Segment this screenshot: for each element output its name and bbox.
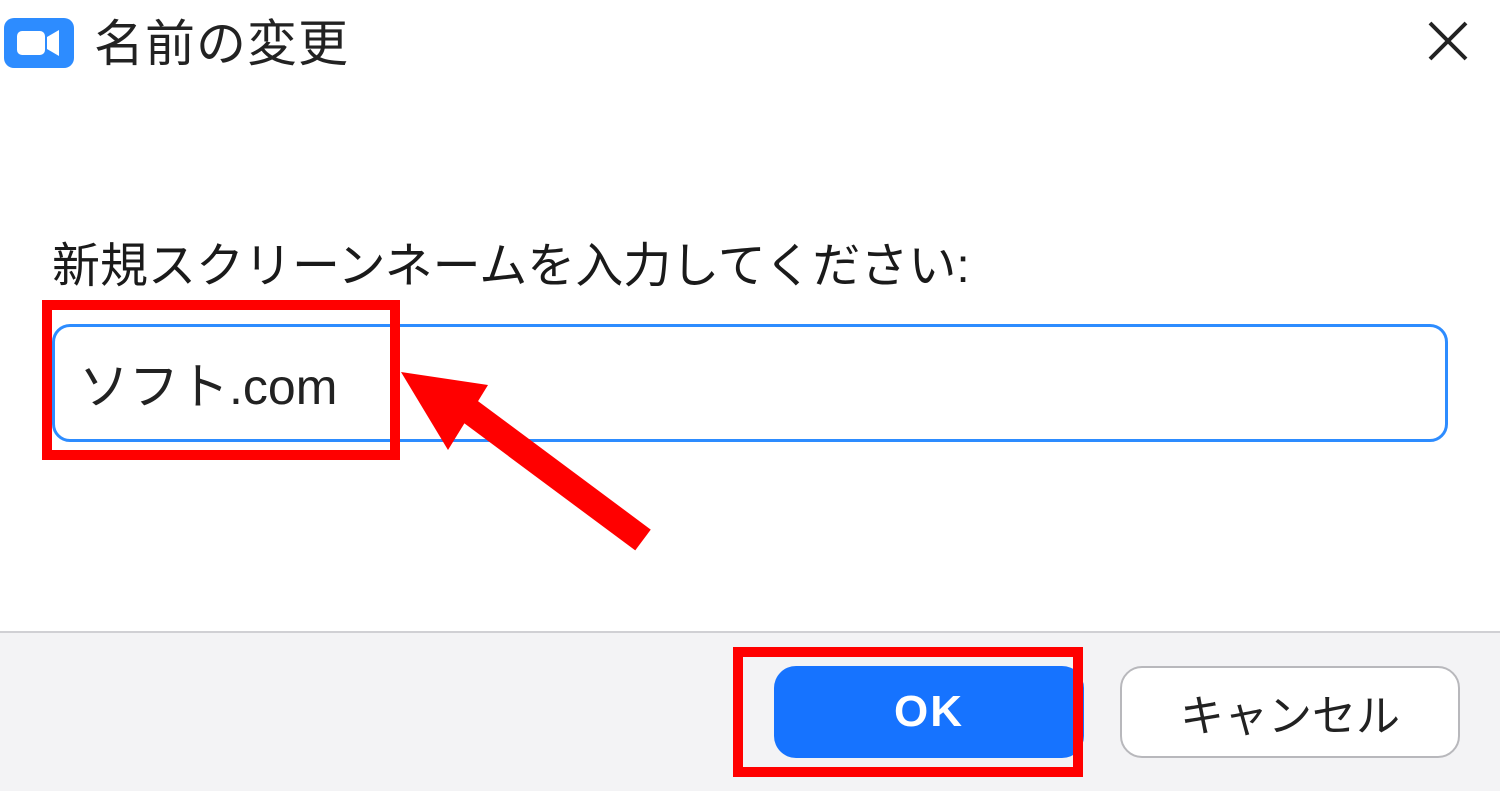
input-wrapper [52, 324, 1448, 442]
cancel-button[interactable]: キャンセル [1120, 666, 1460, 758]
close-icon [1426, 19, 1470, 63]
zoom-camera-icon [4, 18, 74, 68]
close-button[interactable] [1420, 13, 1486, 69]
screen-name-input[interactable] [52, 324, 1448, 442]
dialog-body: 新規スクリーンネームを入力してください: [0, 76, 1500, 442]
dialog-titlebar: 名前の変更 [0, 0, 1500, 76]
dialog-footer: OK キャンセル [0, 631, 1500, 791]
ok-button[interactable]: OK [774, 666, 1084, 758]
prompt-label: 新規スクリーンネームを入力してください: [52, 226, 1448, 296]
dialog-title: 名前の変更 [94, 13, 349, 69]
